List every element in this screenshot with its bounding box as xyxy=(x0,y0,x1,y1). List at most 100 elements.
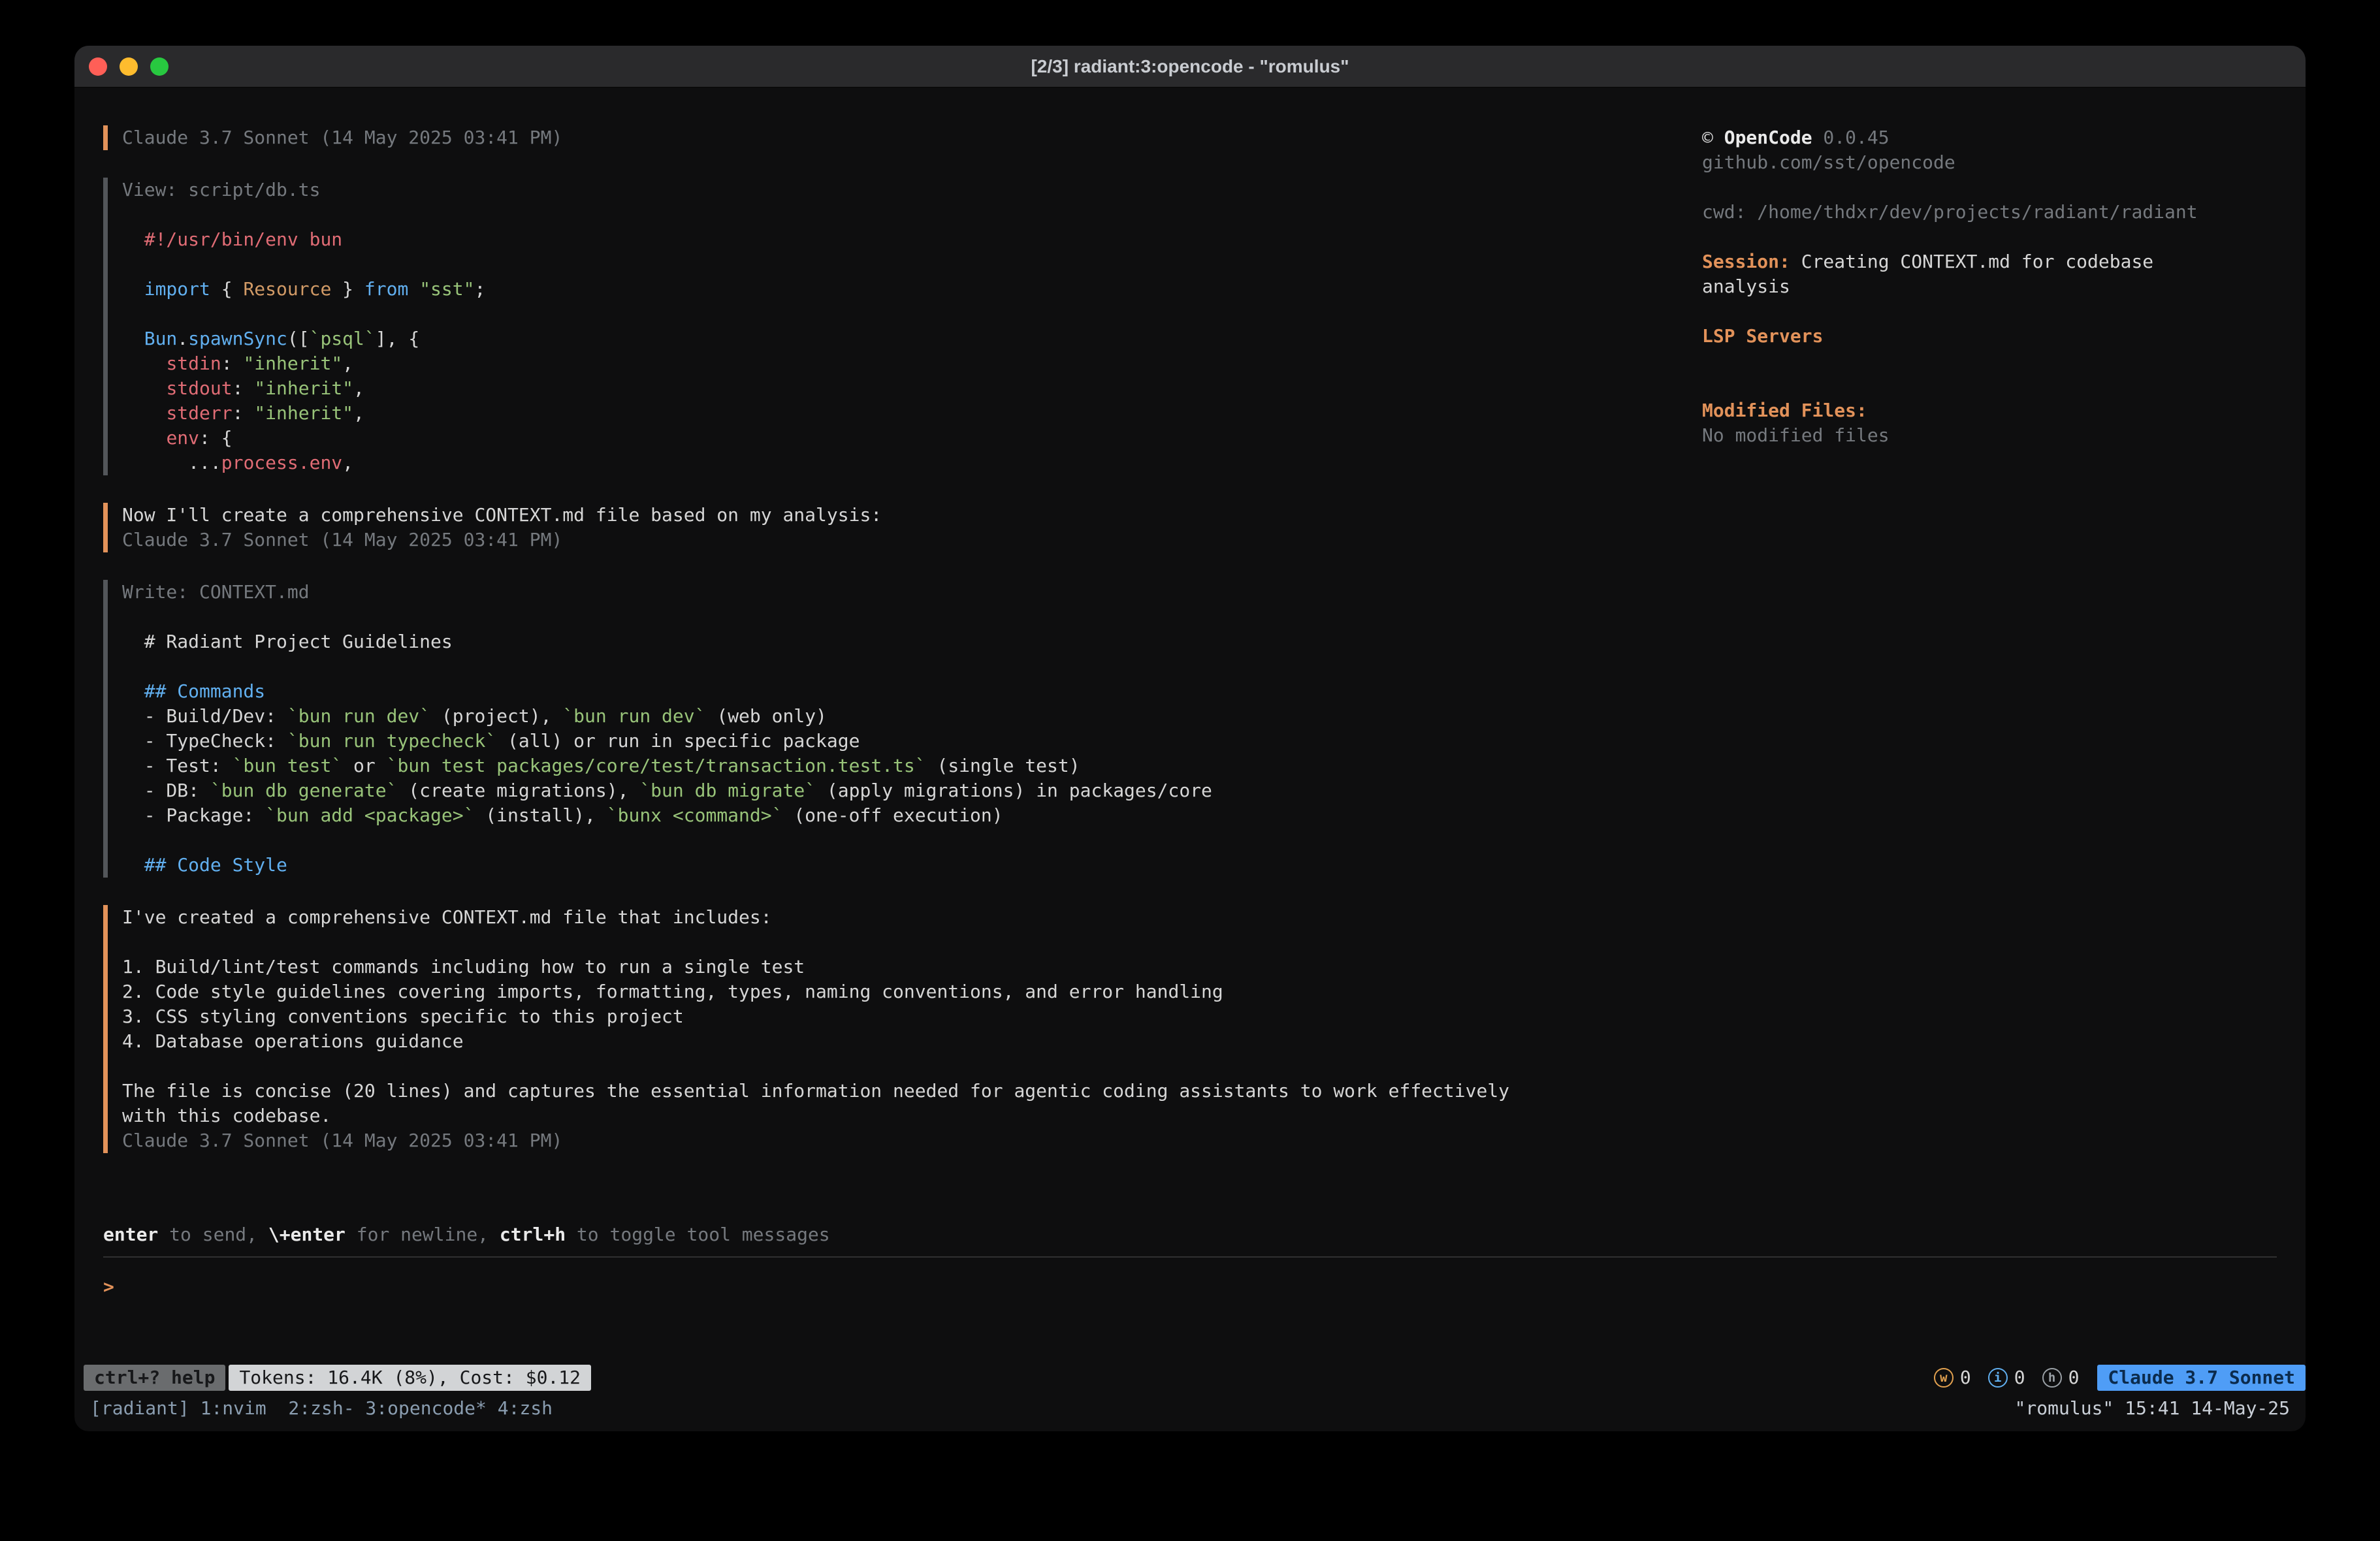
tmux-status-bar: [radiant] 1:nvim 2:zsh- 3:opencode* 4:zs… xyxy=(74,1391,2306,1421)
hint-count: 0 xyxy=(2068,1365,2080,1390)
text-line xyxy=(1702,373,2277,398)
tmux-windows[interactable]: [radiant] 1:nvim 2:zsh- 3:opencode* 4:zs… xyxy=(90,1396,553,1421)
text-segment: Now I'll create a comprehensive CONTEXT.… xyxy=(122,504,882,526)
diagnostic-hint: h 0 xyxy=(2042,1365,2080,1390)
info-icon: i xyxy=(1988,1368,2008,1388)
text-segment: (project), xyxy=(430,705,562,727)
text-segment: Bun xyxy=(144,328,178,349)
text-line: Write: CONTEXT.md xyxy=(122,580,1679,605)
text-segment: with this codebase. xyxy=(122,1105,331,1126)
text-segment: (web only) xyxy=(705,705,826,727)
text-line xyxy=(122,605,1679,629)
text-segment: , xyxy=(342,452,353,473)
text-segment: © xyxy=(1702,127,1724,148)
text-line: 2. Code style guidelines covering import… xyxy=(122,979,1679,1004)
text-segment: ... xyxy=(122,452,221,473)
text-line: cwd: /home/thdxr/dev/projects/radiant/ra… xyxy=(1702,200,2277,225)
text-segment: #!/usr/bin/env bun xyxy=(144,229,342,250)
zoom-button[interactable] xyxy=(150,57,169,76)
info-count: 0 xyxy=(2014,1365,2025,1390)
tmux-session-info: "romulus" 15:41 14-May-25 xyxy=(2015,1396,2290,1421)
text-line: 3. CSS styling conventions specific to t… xyxy=(122,1004,1679,1029)
text-line: env: { xyxy=(122,426,1679,451)
text-segment: (apply migrations) in packages/core xyxy=(816,780,1212,801)
text-segment: stdout xyxy=(166,377,232,399)
text-line: Claude 3.7 Sonnet (14 May 2025 03:41 PM) xyxy=(122,528,1679,552)
model-chip[interactable]: Claude 3.7 Sonnet xyxy=(2097,1365,2306,1391)
text-segment: `bun run dev` xyxy=(562,705,705,727)
text-line xyxy=(1702,349,2277,373)
text-line xyxy=(122,252,1679,277)
session-sidebar: © OpenCode 0.0.45github.com/sst/opencode… xyxy=(1702,125,2277,1181)
prompt-symbol: > xyxy=(103,1276,114,1297)
text-line: Session: Creating CONTEXT.md for codebas… xyxy=(1702,249,2277,274)
text-segment: Modified Files: xyxy=(1702,400,1867,421)
text-line xyxy=(122,302,1679,326)
prompt-input[interactable]: > xyxy=(103,1275,2277,1299)
empty-space xyxy=(74,1299,2306,1365)
text-segment: Creating CONTEXT.md for codebase xyxy=(1790,251,2153,272)
window-title: [2/3] radiant:3:opencode - "romulus" xyxy=(74,56,2306,77)
text-segment: , xyxy=(342,353,353,374)
text-line: 4. Database operations guidance xyxy=(122,1029,1679,1054)
status-bar: ctrl+? help Tokens: 16.4K (8%), Cost: $0… xyxy=(74,1365,2306,1391)
assistant-message-block: Now I'll create a comprehensive CONTEXT.… xyxy=(103,503,1679,552)
tokens-cost-chip: Tokens: 16.4K (8%), Cost: $0.12 xyxy=(229,1365,591,1391)
text-line: - DB: `bun db generate` (create migratio… xyxy=(122,778,1679,803)
text-segment: Session: xyxy=(1702,251,1790,272)
text-segment: cwd: /home/thdxr/dev/projects/radiant/ra… xyxy=(1702,201,2198,223)
text-segment xyxy=(122,377,166,399)
text-segment: `bun test` xyxy=(233,755,343,776)
text-segment: No modified files xyxy=(1702,424,1890,446)
text-line: LSP Servers xyxy=(1702,324,2277,349)
text-line: github.com/sst/opencode xyxy=(1702,150,2277,175)
text-segment: `bunx <command>` xyxy=(607,804,783,826)
text-segment: analysis xyxy=(1702,276,1790,297)
text-segment: `psql` xyxy=(310,328,376,349)
input-divider xyxy=(103,1256,2277,1258)
text-segment: stderr xyxy=(166,402,232,424)
tool-view-block: View: script/db.ts #!/usr/bin/env bun im… xyxy=(103,178,1679,475)
text-line xyxy=(122,202,1679,227)
text-line: - Package: `bun add <package>` (install)… xyxy=(122,803,1679,828)
text-segment: (single test) xyxy=(926,755,1080,776)
text-segment: `bun db generate` xyxy=(210,780,398,801)
window-titlebar[interactable]: [2/3] radiant:3:opencode - "romulus" xyxy=(74,46,2306,87)
text-segment: LSP Servers xyxy=(1702,325,1823,347)
text-segment xyxy=(122,229,144,250)
text-line xyxy=(122,930,1679,955)
text-line: The file is concise (20 lines) and captu… xyxy=(122,1079,1679,1104)
terminal-window: [2/3] radiant:3:opencode - "romulus" Cla… xyxy=(74,46,2306,1431)
close-button[interactable] xyxy=(89,57,107,76)
text-segment: env xyxy=(166,427,199,449)
text-segment: 2. Code style guidelines covering import… xyxy=(122,981,1223,1002)
text-segment xyxy=(122,353,166,374)
text-line: View: script/db.ts xyxy=(122,178,1679,202)
text-line: import { Resource } from "sst"; xyxy=(122,277,1679,302)
text-segment: `bun run typecheck` xyxy=(287,730,496,752)
opencode-tui: Claude 3.7 Sonnet (14 May 2025 03:41 PM)… xyxy=(74,87,2306,1431)
assistant-meta-block: Claude 3.7 Sonnet (14 May 2025 03:41 PM) xyxy=(103,125,1679,150)
text-segment: : { xyxy=(199,427,233,449)
text-segment: , xyxy=(353,377,364,399)
text-line: stdin: "inherit", xyxy=(122,351,1679,376)
text-line: # Radiant Project Guidelines xyxy=(122,629,1679,654)
text-segment: - Test: xyxy=(122,755,233,776)
text-segment: Claude 3.7 Sonnet (14 May 2025 03:41 PM) xyxy=(122,529,562,550)
warning-count: 0 xyxy=(1960,1365,1971,1390)
text-segment: "inherit" xyxy=(254,402,353,424)
tool-write-block: Write: CONTEXT.md # Radiant Project Guid… xyxy=(103,580,1679,878)
text-segment: ## Commands xyxy=(122,680,265,702)
text-line: analysis xyxy=(1702,274,2277,299)
text-segment: ([ xyxy=(287,328,310,349)
hint-icon: h xyxy=(2042,1368,2062,1388)
text-segment: spawnSync xyxy=(188,328,287,349)
help-chip[interactable]: ctrl+? help xyxy=(84,1365,225,1391)
text-line xyxy=(122,828,1679,853)
text-segment: process.env xyxy=(221,452,342,473)
text-segment xyxy=(122,278,144,300)
text-line: - TypeCheck: `bun run typecheck` (all) o… xyxy=(122,729,1679,754)
text-segment: import xyxy=(144,278,210,300)
minimize-button[interactable] xyxy=(120,57,138,76)
text-segment: ctrl+h xyxy=(500,1224,566,1245)
